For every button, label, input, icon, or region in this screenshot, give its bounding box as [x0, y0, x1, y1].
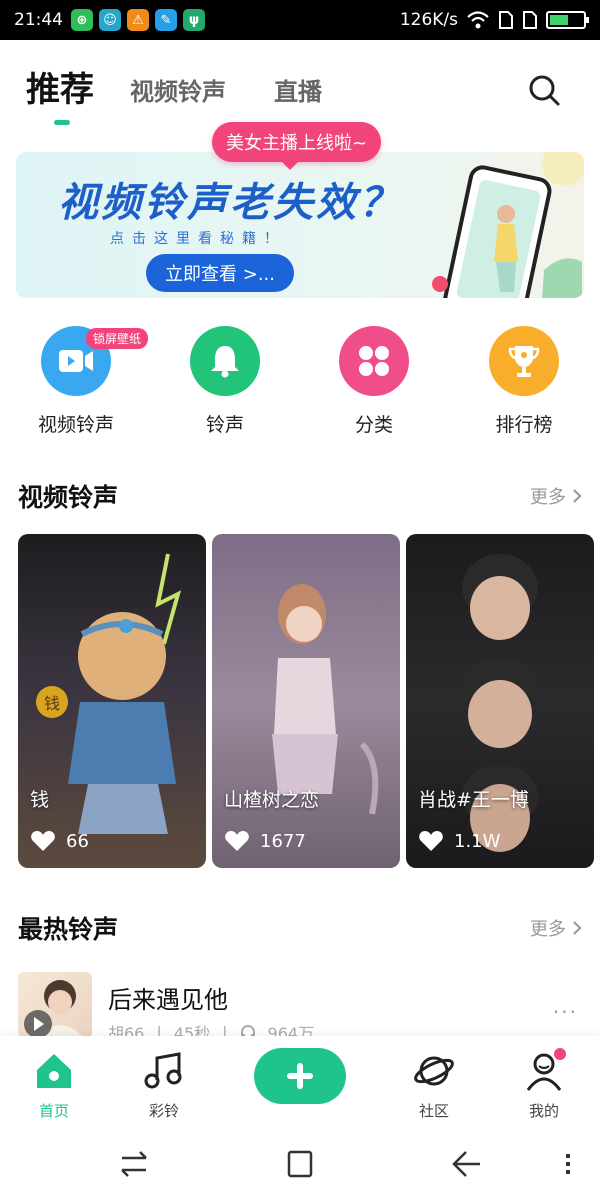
video-card-title: 钱: [30, 789, 50, 811]
grid-icon: [359, 346, 389, 376]
plus-icon: [287, 1063, 313, 1089]
menu-icon[interactable]: [548, 1146, 588, 1182]
quick-ranking[interactable]: 排行榜: [464, 322, 584, 437]
quick-label: 视频铃声: [37, 414, 114, 436]
switch-apps-icon[interactable]: [114, 1146, 154, 1182]
banner-title: 视频铃声老失效？: [58, 180, 402, 226]
home-icon: [37, 1054, 71, 1088]
quick-video-ringtone[interactable]: 锁屏壁纸 视频铃声: [16, 322, 149, 437]
video-more-link[interactable]: 更多: [530, 483, 582, 509]
nav-profile[interactable]: 我的: [504, 1048, 584, 1121]
video-card-likes: 1.1W: [418, 830, 500, 852]
like-count: 66: [66, 830, 89, 852]
like-count: 1.1W: [454, 830, 501, 852]
more-label: 更多: [530, 487, 566, 508]
video-camera-icon: [59, 350, 93, 372]
nav-label: 首页: [38, 1102, 69, 1120]
tab-live[interactable]: 直播: [274, 72, 322, 107]
nav-label: 我的: [528, 1102, 559, 1120]
heart-icon: [225, 831, 249, 851]
section-title: 最热铃声: [18, 915, 119, 944]
like-count: 1677: [260, 830, 306, 852]
video-card[interactable]: 钱 钱 66: [18, 534, 206, 868]
system-nav-bar: [0, 1126, 600, 1200]
lockscreen-badge: 锁屏壁纸: [86, 328, 149, 349]
song-cover-art: [24, 980, 84, 1038]
nav-label: 彩铃: [148, 1102, 179, 1120]
battery-icon: [546, 11, 589, 29]
app-notification-icon: ✎: [155, 9, 177, 31]
video-card[interactable]: 山楂树之恋 1677: [212, 534, 400, 868]
quick-actions: 锁屏壁纸 视频铃声 铃声 分类 排行榜: [0, 322, 600, 452]
list-item[interactable]: 后来遇见他 胡66 | 45秒 | 964万 ···: [18, 972, 582, 1043]
tab-video-ringtone[interactable]: 视频铃声: [130, 72, 226, 107]
video-section-header: 视频铃声 更多: [18, 478, 582, 514]
notification-dot: [554, 1048, 566, 1060]
more-options-icon[interactable]: ···: [553, 1000, 578, 1024]
status-bar: 21:44 ⊕ ☺ ⚠ ✎ ψ 126K/s: [0, 0, 600, 40]
quick-label: 排行榜: [495, 414, 553, 436]
video-card-likes: 1677: [224, 830, 306, 852]
hot-more-link[interactable]: 更多: [530, 915, 582, 941]
video-thumbnail: [460, 554, 540, 852]
app-notification-icon: ⊕: [71, 9, 93, 31]
more-label: 更多: [530, 919, 566, 940]
planet-icon: [414, 1056, 454, 1086]
app-notification-icon: ☺: [99, 9, 121, 31]
warning-icon: ⚠: [127, 9, 149, 31]
nav-community[interactable]: 社区: [394, 1050, 474, 1121]
chevron-right-icon: [573, 921, 582, 935]
home-square-icon[interactable]: [280, 1146, 320, 1182]
sim-icon: [523, 11, 537, 29]
search-icon[interactable]: [526, 72, 562, 108]
video-thumbnail: 钱: [36, 553, 182, 834]
quick-ringtone[interactable]: 铃声: [165, 322, 285, 437]
chevron-right-icon: [573, 489, 582, 503]
video-card[interactable]: 肖战#王一博 1.1W: [406, 534, 594, 868]
bottom-nav: 首页 彩铃 社区 我的: [0, 1036, 600, 1126]
video-cards: 钱 钱 66 山楂树之恋 1677 肖战#王一博 1.1W: [18, 534, 596, 870]
sim-icon: [499, 11, 513, 29]
video-card-title: 肖战#王一博: [418, 789, 529, 811]
trophy-icon: [508, 346, 540, 377]
nav-caller-ringtone[interactable]: 彩铃: [124, 1050, 204, 1121]
net-speed: 126K/s: [399, 10, 458, 30]
usb-icon: ψ: [183, 9, 205, 31]
video-card-likes: 66: [30, 830, 89, 852]
quick-label: 分类: [354, 414, 393, 436]
video-thumbnail: [272, 584, 379, 815]
section-title: 视频铃声: [18, 483, 119, 512]
banner-subtitle: 点击这里看秘籍！: [110, 231, 286, 247]
song-title: 后来遇见他: [108, 986, 228, 1014]
music-note-icon: [144, 1052, 182, 1089]
back-icon[interactable]: [446, 1146, 486, 1182]
banner-view-button[interactable]: 立即查看 >...: [146, 254, 294, 292]
wifi-icon: [467, 11, 489, 29]
hot-section-header: 最热铃声 更多: [18, 910, 582, 946]
nav-label: 社区: [418, 1102, 449, 1120]
promo-banner[interactable]: 视频铃声老失效？ 点击这里看秘籍！ 立即查看 >...: [16, 152, 584, 298]
banner-phone-illustration: [432, 152, 584, 298]
top-tabs: 推荐 视频铃声 直播: [0, 58, 600, 128]
create-button[interactable]: [254, 1048, 346, 1104]
quick-label: 铃声: [205, 414, 244, 436]
status-time: 21:44: [14, 10, 63, 30]
active-tab-indicator: [54, 120, 70, 125]
svg-text:钱: 钱: [44, 694, 60, 713]
heart-icon: [31, 831, 55, 851]
tab-recommend[interactable]: 推荐: [26, 62, 94, 111]
song-cover: [18, 972, 92, 1038]
video-card-title: 山楂树之恋: [224, 789, 320, 811]
live-promo-bubble[interactable]: 美女主播上线啦~: [212, 122, 382, 170]
bell-icon: [211, 346, 239, 378]
heart-icon: [419, 831, 443, 851]
quick-category[interactable]: 分类: [314, 322, 434, 437]
nav-home[interactable]: 首页: [14, 1050, 94, 1121]
